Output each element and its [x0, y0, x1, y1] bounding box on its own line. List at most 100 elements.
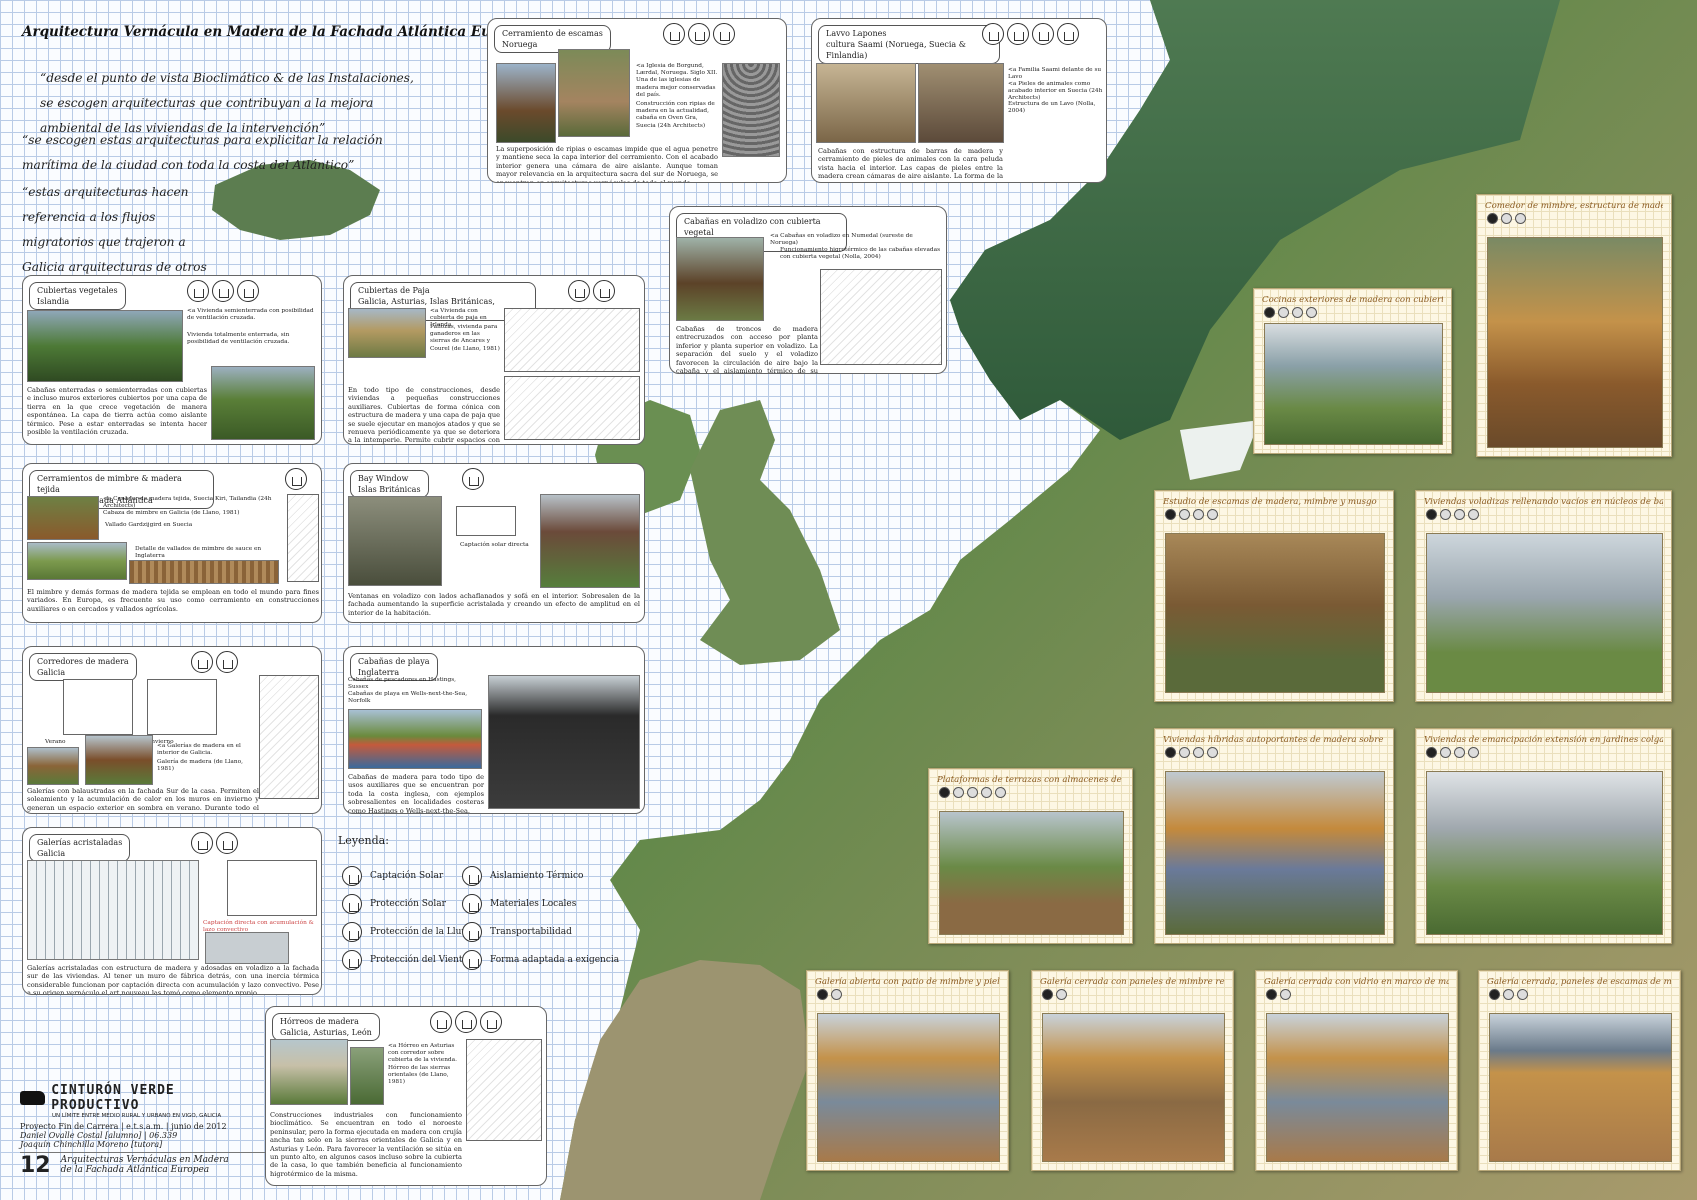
panel-comedor: Comedor de mimbre, estructura de madera …	[1476, 194, 1672, 457]
panel-title: Galería cerrada, paneles de escamas de m…	[1487, 977, 1672, 987]
sketch-horreo	[466, 1039, 542, 1141]
render-image	[1042, 1013, 1225, 1162]
card-icons	[568, 280, 615, 302]
photo-gallery-house	[27, 747, 79, 785]
quote-maritime: “se escogen estas arquitecturas para exp…	[22, 133, 383, 172]
photo-bay-house	[540, 494, 640, 588]
card-bay-window: Bay Window Islas Británicas Captación so…	[343, 463, 645, 623]
card-cubiertas-vegetales: Cubiertas vegetales Islandia <a Vivienda…	[22, 275, 322, 445]
card-cabanas-playa: Cabañas de playa Inglaterra Cabañas de p…	[343, 646, 645, 814]
sketch-palloza	[504, 376, 640, 440]
render-image	[1489, 1013, 1672, 1162]
legend-item-solar-protection: Protección Solar	[342, 894, 446, 914]
project-footer: CINTURÓN VERDE PRODUCTIVO UN LÍMITE ENTR…	[20, 1083, 265, 1177]
photo-woven-pavilion	[27, 496, 99, 540]
panel-icons	[1042, 989, 1067, 1000]
thermal-insulation-icon	[593, 280, 615, 302]
photo-thatched-cottage	[348, 308, 426, 358]
transportability-icon	[462, 922, 482, 942]
panel-icons	[1487, 213, 1526, 224]
thermal-insulation-icon	[1007, 23, 1029, 45]
legend-item-local-materials: Materiales Locales	[462, 894, 576, 914]
render-image	[1487, 237, 1663, 448]
local-materials-icon	[237, 280, 259, 302]
card-icons	[462, 468, 484, 490]
local-materials-icon	[713, 23, 735, 45]
note-galleries: <a Galerías de madera en el interior de …	[157, 743, 241, 757]
card-icons	[187, 280, 259, 302]
render-image	[1266, 1013, 1449, 1162]
rain-protection-icon	[187, 280, 209, 302]
card-galerias-acristaladas: Galerías acristaladas Galicia Captación …	[22, 827, 322, 995]
panel-title: Galería cerrada con paneles de mimbre re…	[1040, 977, 1225, 987]
thermal-insulation-icon	[688, 23, 710, 45]
note-hygrothermal: Funcionamiento higrotérmico de las cabañ…	[780, 247, 941, 261]
card-description: Galerías acristaladas con estructura de …	[27, 964, 319, 995]
brand-name: CINTURÓN VERDE PRODUCTIVO	[51, 1083, 175, 1113]
rain-protection-icon	[568, 280, 590, 302]
adapted-form-icon	[462, 950, 482, 970]
solar-gain-icon	[462, 468, 484, 490]
panel-title: Viviendas voladizas rellenando vacíos en…	[1424, 497, 1663, 507]
card-lavvo-lapones: Lavvo Lapones cultura Saami (Noruega, Su…	[811, 18, 1107, 183]
photo-horreo-2	[350, 1047, 384, 1105]
photo-horreo	[270, 1039, 348, 1105]
photo-glass-galleries	[27, 860, 199, 960]
photo-turf-houses	[27, 310, 183, 382]
card-description: El mimbre y demás formas de madera tejid…	[27, 588, 319, 613]
card-description: Galerías con balaustradas en la fachada …	[27, 787, 259, 813]
footer-tutor: Joaquín Chinchilla Moreno [tutora]	[20, 1140, 163, 1149]
photo-fishing-huts	[488, 675, 640, 809]
note-pavilion: <a Cenador de madera tejida, Suecia Kiri…	[103, 496, 272, 510]
photo-gallery-house-2	[85, 735, 153, 785]
thermal-insulation-icon	[462, 866, 482, 886]
wind-protection-icon	[1032, 23, 1054, 45]
note-numedal: <a Cabañas en voladizo en Numedal (sures…	[770, 233, 913, 247]
render-image	[1426, 771, 1663, 935]
card-horreos-madera: Hórreos de madera Galicia, Asturias, Leó…	[265, 1006, 547, 1186]
footer-project: Proyecto Fin de Carrera | e.t.s.a.m. | j…	[20, 1122, 227, 1131]
diagram-winter	[147, 679, 217, 735]
wind-protection-icon	[285, 468, 307, 490]
rain-protection-icon	[342, 922, 362, 942]
note-cabin: Construcción con ripias de madera en la …	[636, 101, 715, 129]
card-description: Cabañas con estructura de barras de made…	[818, 147, 1003, 182]
photo-gallery-detail	[205, 932, 289, 964]
local-materials-icon	[462, 894, 482, 914]
photo-scales-detail	[722, 63, 780, 157]
legend-item-transport: Transportabilidad	[462, 922, 572, 942]
card-description: Construcciones industriales con funciona…	[270, 1111, 462, 1178]
card-cabanas-voladizo: Cabañas en voladizo con cubierta vegetal…	[669, 206, 947, 374]
card-description: Cabañas de madera para todo tipo de usos…	[348, 773, 484, 814]
panel-icons	[1165, 747, 1218, 758]
panel-icons	[1426, 509, 1479, 520]
panel-title: Galería abierta con patio de mimbre y pi…	[815, 977, 1000, 987]
note-solar: Captación solar directa	[460, 542, 529, 548]
legend-item-solar-gain: Captación Solar	[342, 866, 443, 886]
photo-bay-window	[348, 496, 442, 586]
card-cerramiento-escamas: Cerramiento de escamas Noruega <a Iglesi…	[487, 18, 787, 183]
diagram-convective-loop	[227, 860, 317, 916]
card-description: En todo tipo de construcciones, desde vi…	[348, 386, 500, 445]
card-title: Galerías acristaladas Galicia	[29, 834, 131, 862]
card-corredores-madera: Corredores de madera Galicia Verano Invi…	[22, 646, 322, 814]
card-title: Cubiertas vegetales Islandia	[29, 282, 126, 310]
panel-galeria-vidrio: Galería cerrada con vidrio en marco de m…	[1255, 970, 1458, 1171]
footer-student: Daniel Ovalle Costal [alumno] | 06.339	[20, 1131, 178, 1140]
transportability-icon	[982, 23, 1004, 45]
sketch-lavvo-structure	[1008, 117, 1098, 177]
card-description: La superposición de ripias o escamas imp…	[496, 145, 718, 183]
photo-log-cabin	[676, 237, 764, 321]
cow-logo-icon	[20, 1091, 46, 1105]
diagram-bay-solar	[456, 506, 516, 536]
panel-plataformas: Plataformas de terrazas con almacenes de…	[928, 768, 1133, 944]
card-title: Corredores de madera Galicia	[29, 653, 137, 681]
local-materials-icon	[1057, 23, 1079, 45]
legend-item-wind: Protección del Viento	[342, 950, 468, 970]
render-image	[1165, 533, 1385, 693]
panel-galeria-escamas: Galería cerrada, paneles de escamas de m…	[1478, 970, 1681, 1171]
photo-fur-interior	[918, 63, 1004, 143]
rain-protection-icon	[216, 651, 238, 673]
panel-icons	[1264, 307, 1317, 318]
panel-icons	[817, 989, 842, 1000]
